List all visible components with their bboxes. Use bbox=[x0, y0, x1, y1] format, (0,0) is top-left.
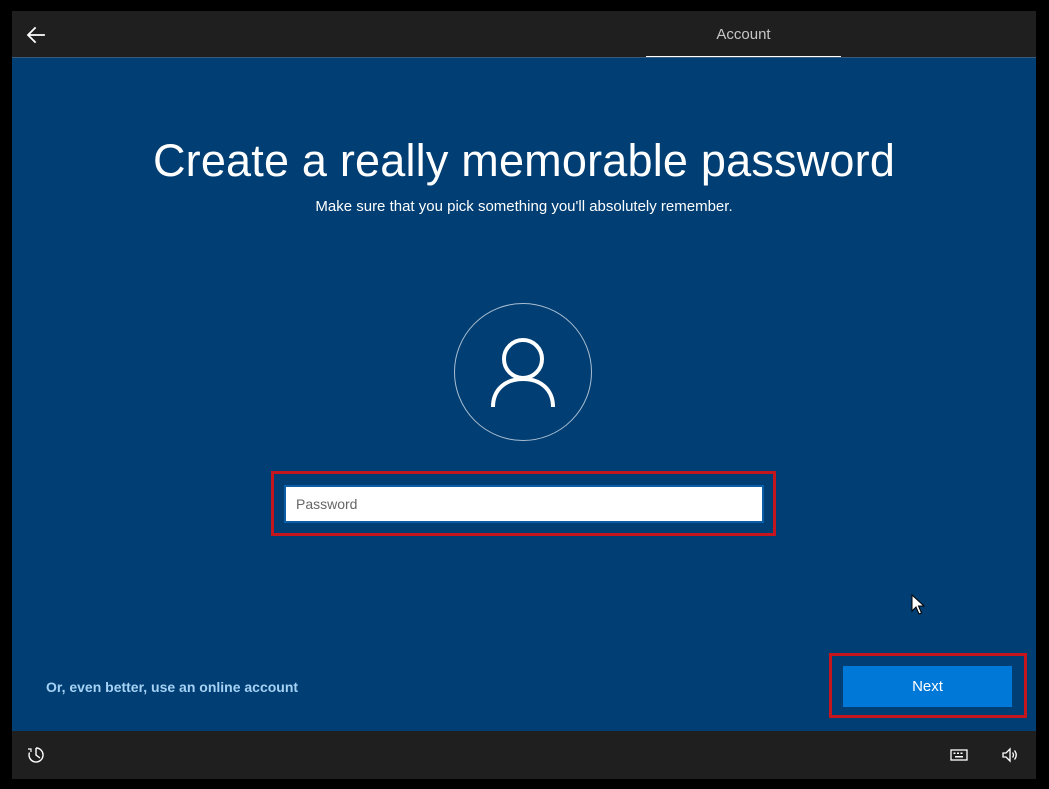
ease-of-access-button[interactable] bbox=[26, 745, 46, 765]
mouse-cursor-icon bbox=[911, 594, 925, 616]
ease-of-access-icon bbox=[28, 747, 44, 763]
tab-account-label: Account bbox=[716, 26, 771, 43]
volume-icon bbox=[1002, 747, 1017, 763]
online-account-link[interactable]: Or, even better, use an online account bbox=[46, 679, 298, 695]
back-button[interactable] bbox=[22, 21, 50, 49]
back-arrow-icon bbox=[26, 26, 45, 44]
next-button[interactable]: Next bbox=[843, 666, 1012, 707]
password-input[interactable] bbox=[284, 485, 764, 523]
top-bar-divider bbox=[12, 57, 1036, 58]
oobe-window: Account Create a really memorable passwo… bbox=[12, 11, 1036, 779]
page-title: Create a really memorable password bbox=[152, 135, 896, 186]
keyboard-icon bbox=[950, 749, 968, 761]
top-bar: Account bbox=[12, 11, 1036, 58]
volume-button[interactable] bbox=[1001, 746, 1019, 764]
bottom-bar bbox=[12, 731, 1036, 779]
page-subtitle: Make sure that you pick something you'll… bbox=[315, 198, 733, 215]
tab-account: Account bbox=[646, 11, 841, 58]
avatar bbox=[454, 303, 592, 441]
user-icon bbox=[491, 338, 555, 407]
keyboard-button[interactable] bbox=[950, 747, 968, 763]
